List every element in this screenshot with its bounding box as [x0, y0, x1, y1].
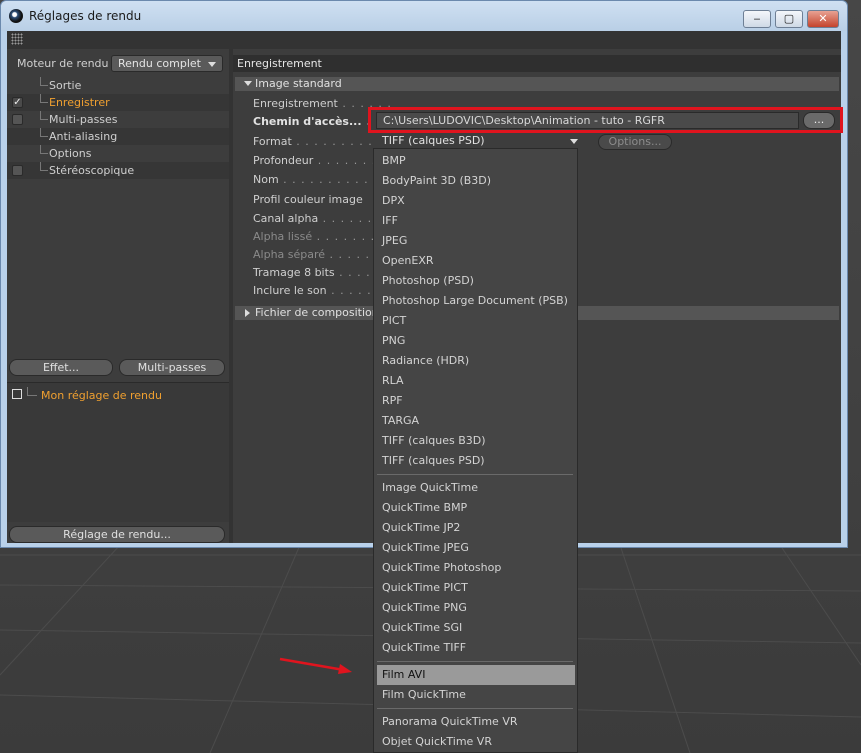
- dropdown-option[interactable]: QuickTime Photoshop: [374, 558, 577, 578]
- format-dropdown-list: BMP BodyPaint 3D (B3D) DPX IFF JPEG OpenEXR Ph…: [373, 148, 578, 753]
- chevron-down-icon: [208, 62, 216, 67]
- settings-tree: Sortie ✓ Enregistrer Multi-passes Anti-alias…: [7, 77, 229, 179]
- dropdown-option[interactable]: QuickTime BMP: [374, 498, 577, 518]
- close-button[interactable]: ✕: [807, 10, 839, 28]
- tree-item-label: Enregistrer: [49, 96, 110, 109]
- tree-item-label: Sortie: [49, 79, 82, 92]
- title-bar[interactable]: Réglages de rendu ‒ ▢ ✕: [1, 1, 847, 31]
- tree-connector: [40, 111, 48, 120]
- prop-include-sound: Inclure le son . . . . . . .: [253, 284, 390, 297]
- dropdown-option[interactable]: QuickTime PICT: [374, 578, 577, 598]
- format-select-value: TIFF (calques PSD): [382, 134, 485, 147]
- tree-item-label: Options: [49, 147, 92, 160]
- tree-connector: [27, 387, 37, 396]
- dropdown-option[interactable]: Image QuickTime: [374, 478, 577, 498]
- tree-item-1[interactable]: ✓ Enregistrer: [7, 94, 229, 111]
- dropdown-option[interactable]: Film QuickTime: [374, 685, 577, 705]
- tree-item-label: Multi-passes: [49, 113, 118, 126]
- dropdown-separator: [377, 474, 573, 475]
- tree-checkbox[interactable]: ✓: [12, 97, 23, 108]
- tree-connector: [40, 145, 48, 154]
- format-select[interactable]: TIFF (calques PSD): [376, 133, 584, 149]
- renderer-select[interactable]: Rendu complet: [111, 55, 223, 72]
- preset-item[interactable]: Mon réglage de rendu: [41, 389, 162, 402]
- tree-connector: [40, 162, 48, 171]
- preset-list: Mon réglage de rendu: [7, 382, 229, 522]
- tree-item-5[interactable]: Stéréoscopique: [7, 162, 229, 179]
- tree-connector: [40, 128, 48, 137]
- effect-button[interactable]: Effet...: [9, 359, 113, 376]
- tree-item-0[interactable]: Sortie: [7, 77, 229, 94]
- dropdown-option[interactable]: RLA: [374, 371, 577, 391]
- tree-item-2[interactable]: Multi-passes: [7, 111, 229, 128]
- panel-grip-icon[interactable]: [11, 33, 23, 45]
- multipass-button[interactable]: Multi-passes: [119, 359, 225, 376]
- triangle-down-icon: [244, 81, 252, 86]
- dropdown-option[interactable]: JPEG: [374, 231, 577, 251]
- window-title: Réglages de rendu: [29, 9, 142, 23]
- cinema4d-logo-icon: [9, 9, 23, 23]
- renderer-select-value: Rendu complet: [118, 57, 201, 70]
- section-header: Enregistrement: [233, 55, 841, 72]
- expand-icon[interactable]: [12, 389, 22, 399]
- dropdown-option[interactable]: QuickTime JP2: [374, 518, 577, 538]
- dropdown-option[interactable]: QuickTime SGI: [374, 618, 577, 638]
- dropdown-option[interactable]: OpenEXR: [374, 251, 577, 271]
- dropdown-option[interactable]: IFF: [374, 211, 577, 231]
- dropdown-option[interactable]: Film AVI: [377, 665, 575, 685]
- dropdown-option[interactable]: PICT: [374, 311, 577, 331]
- dropdown-option[interactable]: Photoshop (PSD): [374, 271, 577, 291]
- renderer-row: Moteur de rendu Rendu complet: [7, 53, 229, 73]
- dropdown-option[interactable]: Panorama QuickTime VR: [374, 712, 577, 732]
- dropdown-option[interactable]: QuickTime TIFF: [374, 638, 577, 658]
- render-setting-button[interactable]: Réglage de rendu...: [9, 526, 225, 543]
- tree-checkbox[interactable]: [12, 165, 23, 176]
- dropdown-option[interactable]: DPX: [374, 191, 577, 211]
- dropdown-option[interactable]: TIFF (calques B3D): [374, 431, 577, 451]
- chevron-down-icon: [570, 139, 578, 144]
- minimize-button[interactable]: ‒: [743, 10, 771, 28]
- group-image-standard-label: Image standard: [255, 77, 342, 90]
- red-arrow-annotation: [279, 657, 352, 674]
- tree-item-label: Stéréoscopique: [49, 164, 135, 177]
- dropdown-option[interactable]: BMP: [374, 151, 577, 171]
- dropdown-option[interactable]: PNG: [374, 331, 577, 351]
- dropdown-option[interactable]: Radiance (HDR): [374, 351, 577, 371]
- renderer-label: Moteur de rendu: [17, 57, 109, 70]
- dropdown-option[interactable]: RPF: [374, 391, 577, 411]
- tree-item-label: Anti-aliasing: [49, 130, 118, 143]
- dropdown-separator: [377, 661, 573, 662]
- dropdown-option[interactable]: QuickTime PNG: [374, 598, 577, 618]
- dropdown-option[interactable]: TARGA: [374, 411, 577, 431]
- tree-item-3[interactable]: Anti-aliasing: [7, 128, 229, 145]
- dropdown-option[interactable]: Photoshop Large Document (PSB): [374, 291, 577, 311]
- format-options-button[interactable]: Options...: [598, 134, 672, 150]
- dropdown-option[interactable]: QuickTime JPEG: [374, 538, 577, 558]
- maximize-button[interactable]: ▢: [775, 10, 803, 28]
- path-highlight-annotation: [368, 107, 843, 133]
- prop-color-profile: Profil couleur image: [253, 193, 363, 206]
- dropdown-separator: [377, 708, 573, 709]
- left-panel: Moteur de rendu Rendu complet Sortie ✓ Enr…: [7, 49, 229, 543]
- tree-checkbox[interactable]: [12, 114, 23, 125]
- dropdown-option[interactable]: Objet QuickTime VR: [374, 732, 577, 752]
- tree-connector: [40, 77, 48, 86]
- tree-item-4[interactable]: Options: [7, 145, 229, 162]
- tree-connector: [40, 94, 48, 103]
- group-image-standard[interactable]: Image standard: [235, 77, 839, 91]
- dropdown-option[interactable]: BodyPaint 3D (B3D): [374, 171, 577, 191]
- triangle-right-icon: [245, 309, 250, 317]
- dropdown-option[interactable]: TIFF (calques PSD): [374, 451, 577, 471]
- group-composition-file-label: Fichier de composition: [255, 306, 379, 319]
